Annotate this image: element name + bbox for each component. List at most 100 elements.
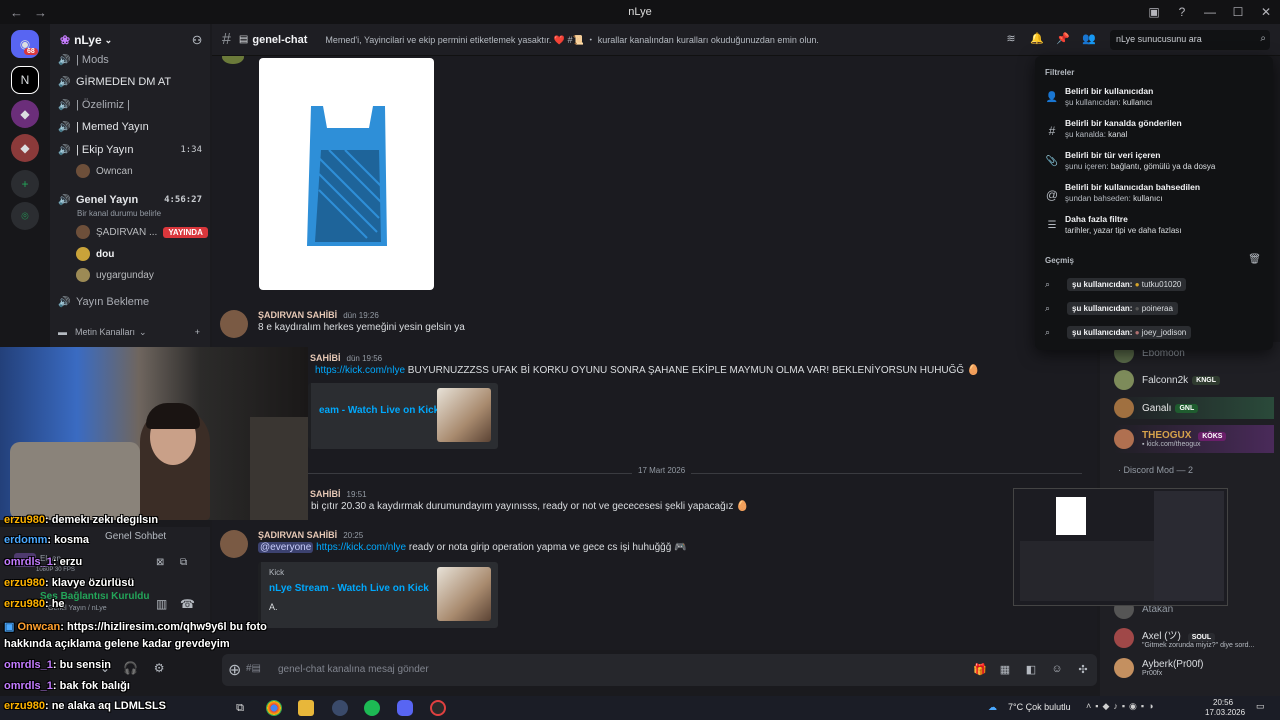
add-channel-icon[interactable]: + [195,327,200,337]
channel-memed-yayin[interactable]: 🔊 | Memed Yayın [58,117,208,137]
spotify-icon[interactable] [364,700,380,716]
filter-in-channel[interactable]: # Belirli bir kanalda gönderilen şu kana… [1045,118,1265,146]
search-input[interactable]: nLye sunucusunu ara ⌕ [1110,30,1270,50]
bell-icon[interactable]: 🔔 [1030,32,1044,46]
chrome-icon[interactable] [266,700,282,716]
server-nlye-icon[interactable]: N [11,66,39,94]
member-item[interactable]: Ayberk(Pr00f) Pr00fx [1114,654,1204,682]
back-arrow-icon[interactable]: ← [10,5,24,20]
title-bar: ← → nLye ▣ ? — ☐ ✕ [0,0,1280,24]
member-status: ▪ kick.com/theogux [1142,441,1201,448]
help-icon[interactable]: ? [1168,5,1196,19]
message-link[interactable]: https://kick.com/nlye [315,365,405,376]
filter-mentions[interactable]: @ Belirli bir kullanıcıdan bahsedilen şu… [1045,182,1265,210]
avatar [76,247,90,261]
voice-user[interactable]: ŞADIRVAN ... YAYINDA [76,223,208,241]
task-view-icon[interactable]: ⧉ [232,700,248,716]
channel-topic[interactable]: Memed'i, Yayincilari ve ekip permini eti… [325,33,825,46]
minimize-button[interactable]: — [1196,5,1224,19]
stream-chat-line: hakkında açıklama gelene kadar grevdeyim [4,638,230,650]
message-author[interactable]: SAHİBİ 19:51 [310,489,367,499]
gift-icon[interactable]: 🎁 [973,663,987,676]
avatar: ● [1134,279,1140,289]
maximize-button[interactable]: ☐ [1224,5,1252,19]
chat-icon: ▤ [238,34,249,45]
link-embed: eam - Watch Live on Kick [308,383,498,449]
message-text: bi çıtır 20.30 a kaydırmak durumundayım … [311,501,749,512]
add-member-icon[interactable]: ⚇ [192,34,202,47]
gif-icon[interactable]: ▦ [999,663,1011,676]
embed-title[interactable]: eam - Watch Live on Kick [319,405,439,416]
blue-bag-image [307,106,387,246]
stream-chat-line: erzu980: klavye özürlüsü [4,577,135,589]
channel-mods[interactable]: 🔊 | Mods [58,50,208,70]
steam-icon[interactable] [332,700,348,716]
pin-icon[interactable]: 📌 [1056,32,1070,46]
member-name: Falconn2k [1142,374,1189,386]
weather-text[interactable]: 7°C Çok bulutlu [1008,702,1071,712]
window-title: nLye [628,6,652,18]
trash-icon[interactable]: 🗑 [1248,254,1261,265]
member-item[interactable]: Ganalı GNL [1114,397,1274,419]
filter-more[interactable]: ☰ Daha fazla filtre tarihler, yazar tipi… [1045,214,1265,242]
history-item[interactable]: ⌕ şu kullanıcıdan: ● joey_jodison [1045,324,1192,340]
category-metin-kanallari[interactable]: ▬ Metin Kanalları ⌄ + [58,322,208,342]
search-icon: ⌕ [1045,326,1051,337]
voice-user[interactable]: dou [76,245,114,263]
history-item[interactable]: ⌕ şu kullanıcıdan: ● tutku01020 [1045,276,1187,292]
apps-icon[interactable]: ✣ [1077,663,1089,676]
discord-icon[interactable] [397,700,413,716]
channel-ekip-yayin[interactable]: 🔊 | Ekip Yayın 1:34 [58,140,208,160]
embed-thumbnail[interactable] [437,567,491,621]
channel-girmeden-dm[interactable]: 🔊 GİRMEDEN DM AT [58,72,208,92]
message-author[interactable]: SAHİBİ dün 19:56 [310,353,382,363]
emoji-icon[interactable]: ☺ [1051,663,1063,676]
channel-yayin-bekleme[interactable]: 🔊 Yayın Bekleme [58,292,208,312]
explore-icon[interactable]: ⌾ [11,202,39,230]
couch [10,442,140,520]
server-folder-icon[interactable]: ◆ [11,134,39,162]
voice-user[interactable]: Owncan [76,162,133,180]
stream-chat-line: omrdls_1: bak fok balığı [4,680,130,692]
obs-icon[interactable] [430,700,446,716]
clock-time[interactable]: 20:56 [1213,698,1233,707]
inbox-icon[interactable]: ▣ [1140,5,1168,19]
forward-arrow-icon[interactable]: → [34,5,48,20]
history-item[interactable]: ⌕ şu kullanıcıdan: ● poineraa [1045,300,1178,316]
members-icon[interactable]: 👥 [1082,32,1096,46]
tray-icons[interactable]: ˄▪◆♪▪◉▪◑ [1086,701,1158,712]
voice-user[interactable]: uygargunday [76,266,154,284]
avatar[interactable] [220,310,248,338]
close-button[interactable]: ✕ [1252,5,1280,19]
filter-has[interactable]: 📎 Belirli bir tür veri içeren şunu içere… [1045,150,1265,178]
avatar: ● [1134,303,1140,313]
message-author[interactable]: ŞADIRVAN SAHİBİ dün 19:26 [258,310,379,320]
message-link[interactable]: https://kick.com/nlye [316,542,406,553]
add-server-icon[interactable]: + [11,170,39,198]
member-item[interactable]: THEOGUX KÖKS ▪ kick.com/theogux [1114,425,1274,453]
avatar[interactable] [222,56,244,64]
member-item[interactable]: Falconn2k KNGL [1114,369,1220,391]
embed-thumbnail[interactable] [437,388,491,442]
notifications-icon[interactable]: ▭ [1256,701,1265,712]
server-folder-icon[interactable]: ◆ [11,100,39,128]
message-text: 8 e kaydıralım herkes yemeğini yesin gel… [258,322,465,333]
search-icon: ⌕ [1260,33,1266,44]
threads-icon[interactable]: ≋ [1004,32,1018,46]
member-tag: SOUL [1187,633,1216,642]
bullet-icon: · [1118,465,1121,475]
sticker-icon[interactable]: ◧ [1025,663,1037,676]
channel-ozelimiz[interactable]: 🔊 | Özelimiz | [58,95,208,115]
stream-chat-line: erzu980: he [4,598,65,610]
message-text: @everyone https://kick.com/nlye ready or… [258,542,687,553]
file-explorer-icon[interactable] [298,700,314,716]
stream-preview[interactable] [1013,488,1228,606]
filter-from-user[interactable]: 👤 Belirli bir kullanıcıdan şu kullanıcıd… [1045,86,1265,114]
image-attachment[interactable] [259,58,434,290]
search-popup: Filtreler 👤 Belirli bir kullanıcıdan şu … [1035,56,1273,350]
speaker-icon: 🔊 [58,99,71,111]
member-item[interactable]: Axel (ツ) SOUL "Gitmek zorunda miyiz?" di… [1114,624,1254,652]
date-separator: 17 Mart 2026 [232,464,1082,475]
clock-date[interactable]: 17.03.2026 [1205,708,1245,717]
channel-status[interactable]: Bir kanal durumu belirle [77,204,161,222]
